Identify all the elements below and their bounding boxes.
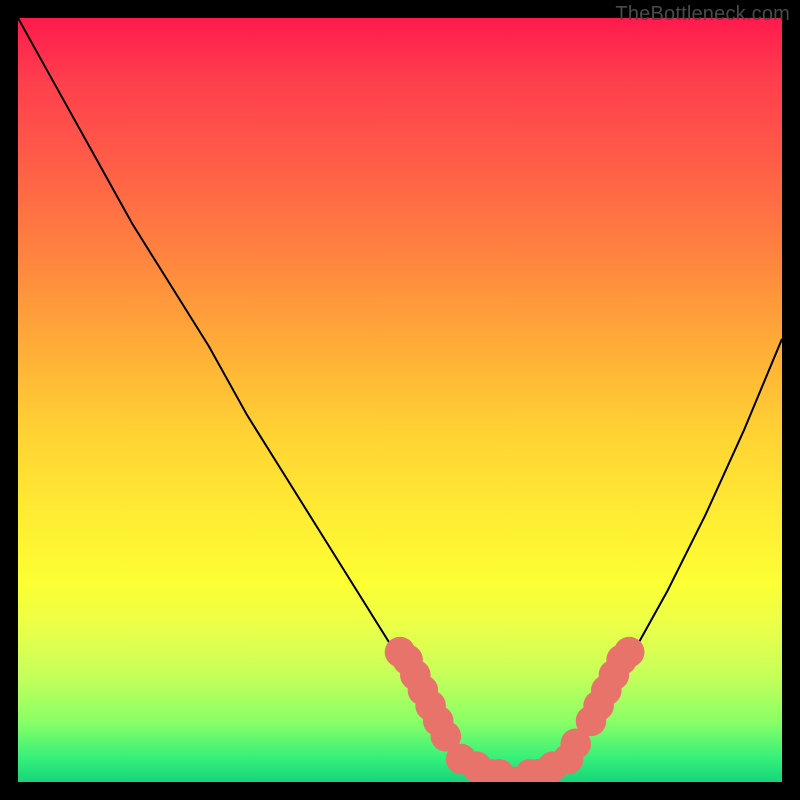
fit-marker <box>560 729 591 760</box>
fit-marker <box>583 690 614 721</box>
plot-area <box>18 18 782 782</box>
fit-marker <box>599 660 630 691</box>
fit-marker <box>538 751 569 782</box>
fit-marker <box>446 744 477 775</box>
fit-marker <box>415 690 446 721</box>
fit-marker <box>515 759 546 782</box>
fit-marker <box>522 759 553 782</box>
fit-marker <box>461 751 492 782</box>
fit-marker <box>591 675 622 706</box>
fit-marker <box>408 675 439 706</box>
watermark-text: TheBottleneck.com <box>615 3 790 26</box>
fit-marker <box>400 660 431 691</box>
fit-marker <box>614 637 645 668</box>
fit-marker <box>499 767 530 782</box>
fit-marker <box>576 706 607 737</box>
fit-marker <box>606 645 637 676</box>
fit-marker <box>423 706 454 737</box>
fit-marker <box>385 637 416 668</box>
fit-marker <box>392 645 423 676</box>
fit-marker <box>431 721 462 752</box>
fit-marker <box>484 759 515 782</box>
chart-frame: TheBottleneck.com <box>0 0 800 800</box>
fit-marker <box>553 744 584 775</box>
fit-marker <box>476 759 507 782</box>
bottleneck-curve-svg <box>18 18 782 782</box>
bottleneck-curve <box>18 18 782 782</box>
